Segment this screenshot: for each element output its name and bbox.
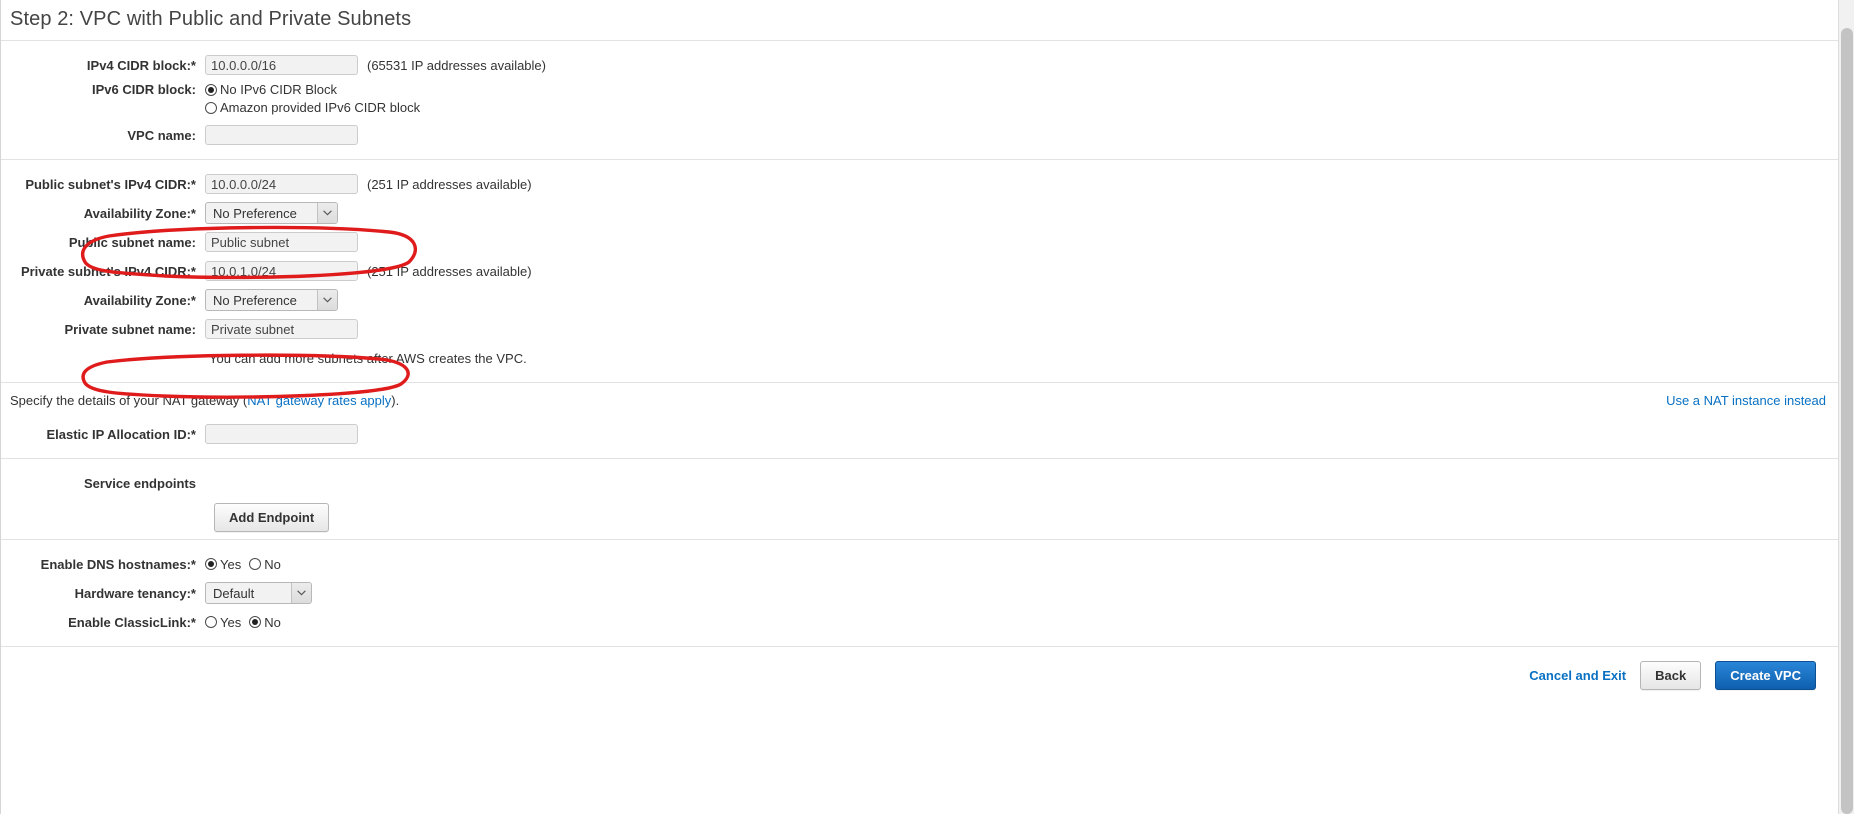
radio-dns-hostnames-no-label: No (264, 556, 281, 572)
row-classiclink: Enable ClassicLink:* Yes No (1, 610, 1838, 634)
radio-amazon-ipv6-cidr-label: Amazon provided IPv6 CIDR block (220, 100, 421, 115)
private-availability-zone-select[interactable]: No Preference (205, 289, 338, 311)
vpc-wizard-page: Step 2: VPC with Public and Private Subn… (0, 0, 1838, 814)
subnet-note: You can add more subnets after AWS creat… (209, 350, 527, 366)
radio-amazon-ipv6-cidr[interactable]: Amazon provided IPv6 CIDR block (205, 100, 420, 115)
row-service-endpoints: Service endpoints (1, 471, 1838, 495)
label-ipv6-cidr: IPv6 CIDR block: (91, 82, 196, 97)
row-public-cidr: Public subnet's IPv4 CIDR:* (251 IP addr… (1, 172, 1838, 196)
subnet-section: Public subnet's IPv4 CIDR:* (251 IP addr… (1, 160, 1838, 382)
row-public-az: Availability Zone:* No Preference (1, 201, 1838, 225)
label-dns-hostnames: Enable DNS hostnames:* (40, 556, 196, 572)
label-vpc-name: VPC name: (127, 127, 196, 143)
public-subnet-name-input[interactable] (205, 232, 358, 252)
radio-dns-hostnames-no[interactable]: No (249, 557, 281, 572)
public-cidr-hint: (251 IP addresses available) (367, 176, 532, 192)
vertical-scrollbar[interactable] (1838, 0, 1854, 814)
public-availability-zone-select[interactable]: No Preference (205, 202, 338, 224)
create-vpc-button[interactable]: Create VPC (1715, 661, 1816, 690)
endpoints-section: Service endpoints Add Endpoint (1, 459, 1838, 539)
row-private-cidr: Private subnet's IPv4 CIDR:* (251 IP add… (1, 259, 1838, 283)
row-add-endpoint: Add Endpoint (1, 503, 1838, 532)
row-ipv6-cidr: IPv6 CIDR block: No IPv6 CIDR Block Amaz… (1, 82, 1838, 118)
label-private-az: Availability Zone:* (83, 292, 196, 308)
private-availability-zone-value: No Preference (213, 292, 297, 308)
chevron-down-icon (317, 290, 337, 310)
label-private-cidr: Private subnet's IPv4 CIDR:* (20, 263, 196, 279)
row-eip-allocation: Elastic IP Allocation ID:* (1, 422, 1838, 446)
row-hardware-tenancy: Hardware tenancy:* Default (1, 581, 1838, 605)
radio-classiclink-yes-marker (205, 616, 217, 628)
radio-classiclink-yes-label: Yes (220, 614, 242, 630)
row-private-subnet-name: Private subnet name: (1, 317, 1838, 341)
radio-no-ipv6-cidr-label: No IPv6 CIDR Block (220, 82, 338, 97)
radio-no-ipv6-cidr-marker (205, 83, 217, 96)
radio-dns-hostnames-yes-marker (205, 558, 217, 570)
label-private-subnet-name: Private subnet name: (64, 321, 197, 337)
row-vpc-name: VPC name: (1, 123, 1838, 147)
cancel-and-exit-link[interactable]: Cancel and Exit (1529, 668, 1626, 683)
label-classiclink: Enable ClassicLink:* (68, 614, 196, 630)
use-nat-instance-link[interactable]: Use a NAT instance instead (1666, 393, 1826, 408)
label-service-endpoints: Service endpoints (84, 475, 196, 491)
radio-dns-hostnames-yes-label: Yes (220, 556, 242, 572)
page-title: Step 2: VPC with Public and Private Subn… (10, 8, 412, 30)
add-endpoint-button[interactable]: Add Endpoint (214, 503, 330, 532)
label-public-cidr: Public subnet's IPv4 CIDR:* (25, 176, 196, 192)
label-hardware-tenancy: Hardware tenancy:* (74, 585, 196, 601)
label-public-subnet-name: Public subnet name: (68, 234, 196, 250)
back-button[interactable]: Back (1640, 661, 1702, 690)
hardware-tenancy-value: Default (213, 585, 255, 601)
private-cidr-hint: (251 IP addresses available) (367, 263, 532, 279)
hardware-tenancy-select[interactable]: Default (205, 582, 312, 604)
radio-classiclink-no-label: No (264, 614, 281, 630)
private-subnet-cidr-input[interactable] (205, 261, 358, 281)
label-public-az: Availability Zone:* (83, 205, 196, 221)
radio-no-ipv6-cidr[interactable]: No IPv6 CIDR Block (205, 82, 420, 97)
row-ipv4-cidr: IPv4 CIDR block:* (65531 IP addresses av… (1, 53, 1838, 77)
radio-dns-hostnames-yes[interactable]: Yes (205, 557, 241, 572)
nat-gateway-bar: Specify the details of your NAT gateway … (1, 383, 1838, 410)
nat-gateway-rates-link[interactable]: NAT gateway rates apply (247, 393, 391, 408)
ipv4-cidr-hint: (65531 IP addresses available) (367, 57, 546, 73)
vpc-name-input[interactable] (205, 125, 358, 145)
public-subnet-cidr-input[interactable] (205, 174, 358, 194)
row-public-subnet-name: Public subnet name: (1, 230, 1838, 254)
row-dns-hostnames: Enable DNS hostnames:* Yes No (1, 552, 1838, 576)
private-subnet-name-input[interactable] (205, 319, 358, 339)
options-section: Enable DNS hostnames:* Yes No Hardware t… (1, 540, 1838, 646)
radio-classiclink-yes[interactable]: Yes (205, 615, 241, 630)
vertical-scrollbar-thumb[interactable] (1841, 28, 1853, 814)
nat-section: Specify the details of your NAT gateway … (1, 383, 1838, 446)
radio-dns-hostnames-no-marker (249, 558, 262, 570)
vpc-section: IPv4 CIDR block:* (65531 IP addresses av… (1, 41, 1838, 159)
eip-allocation-id-input[interactable] (205, 424, 358, 444)
public-availability-zone-value: No Preference (213, 205, 297, 221)
radio-classiclink-no[interactable]: No (249, 615, 281, 630)
ipv4-cidr-input[interactable] (205, 55, 358, 75)
chevron-down-icon (291, 583, 311, 603)
label-ipv4-cidr: IPv4 CIDR block:* (86, 57, 196, 73)
nat-gateway-description: Specify the details of your NAT gateway … (10, 393, 399, 408)
row-private-az: Availability Zone:* No Preference (1, 288, 1838, 312)
wizard-footer: Cancel and Exit Back Create VPC (1, 647, 1838, 690)
row-subnet-note: You can add more subnets after AWS creat… (1, 346, 1838, 370)
nat-text-after: ). (391, 393, 400, 408)
radio-amazon-ipv6-cidr-marker (205, 101, 217, 114)
label-eip-allocation: Elastic IP Allocation ID:* (46, 426, 196, 442)
nat-text-before: Specify the details of your NAT gateway … (10, 393, 248, 408)
chevron-down-icon (317, 203, 337, 223)
radio-classiclink-no-marker (249, 616, 262, 628)
